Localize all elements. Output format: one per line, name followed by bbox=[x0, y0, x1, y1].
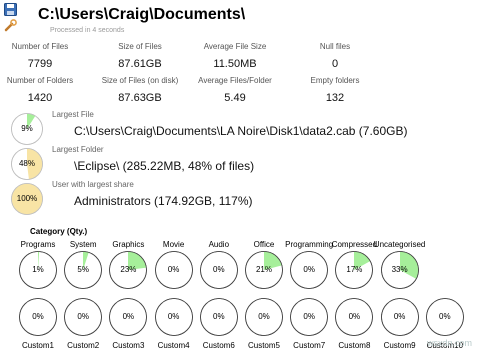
category-circle[interactable]: 21% bbox=[244, 250, 284, 290]
custom-category-circle[interactable]: 0% bbox=[199, 297, 239, 337]
category-percent: 0% bbox=[213, 265, 225, 274]
custom-category-percent: 0% bbox=[32, 312, 44, 321]
custom-category-percent: 0% bbox=[258, 312, 270, 321]
largest-label: Largest File bbox=[52, 110, 94, 119]
stat-label: Size of Files (on disk) bbox=[101, 76, 179, 85]
custom-category-circle[interactable]: 0% bbox=[380, 297, 420, 337]
category-percent: 33% bbox=[391, 265, 408, 274]
largest-pie-percent: 48% bbox=[18, 159, 35, 168]
stat-value: 7799 bbox=[27, 58, 53, 70]
custom-category-circle[interactable]: 0% bbox=[108, 297, 148, 337]
largest-label: Largest Folder bbox=[52, 145, 104, 154]
custom-category-percent: 0% bbox=[439, 312, 451, 321]
custom-category-circle[interactable]: 0% bbox=[425, 297, 465, 337]
custom-category-circle[interactable]: 0% bbox=[154, 297, 194, 337]
stat-value: 87.63GB bbox=[118, 92, 162, 104]
largest-value: Administrators (174.92GB, 117%) bbox=[74, 194, 253, 208]
custom-category-circle[interactable]: 0% bbox=[18, 297, 58, 337]
save-icon[interactable] bbox=[4, 3, 17, 16]
category-circle[interactable]: 23% bbox=[108, 250, 148, 290]
stat-label: Average File Size bbox=[203, 42, 267, 51]
stat-value: 1420 bbox=[27, 92, 53, 104]
largest-value: C:\Users\Craig\Documents\LA Noire\Disk1\… bbox=[74, 124, 408, 138]
category-circle[interactable]: 17% bbox=[334, 250, 374, 290]
category-header: Category (Qty.) bbox=[30, 227, 88, 236]
category-percent: 1% bbox=[32, 265, 44, 274]
custom-category-percent: 0% bbox=[77, 312, 89, 321]
processed-time: Processed in 4 seconds bbox=[50, 27, 125, 34]
category-circle[interactable]: 0% bbox=[289, 250, 329, 290]
custom-category-circle[interactable]: 0% bbox=[334, 297, 374, 337]
custom-category-circle[interactable]: 0% bbox=[63, 297, 103, 337]
stat-label: Number of Files bbox=[11, 42, 69, 51]
custom-category-percent: 0% bbox=[303, 312, 315, 321]
category-percent: 17% bbox=[346, 265, 363, 274]
custom-category-percent: 0% bbox=[213, 312, 225, 321]
stat-label: Size of Files bbox=[118, 42, 162, 51]
category-percent: 0% bbox=[303, 265, 315, 274]
custom-category-circle[interactable]: 0% bbox=[289, 297, 329, 337]
largest-pie-percent: 100% bbox=[16, 194, 38, 203]
stat-label: Number of Folders bbox=[6, 76, 74, 85]
stat-label: Null files bbox=[319, 42, 351, 51]
category-circle[interactable]: 0% bbox=[199, 250, 239, 290]
stat-value: 5.49 bbox=[224, 92, 246, 104]
category-percent: 21% bbox=[255, 265, 272, 274]
largest-pie: 100% bbox=[10, 182, 44, 216]
custom-category-percent: 0% bbox=[393, 312, 406, 321]
category-circle[interactable]: 0% bbox=[154, 250, 194, 290]
category-percent: 5% bbox=[77, 265, 89, 274]
stat-value: 0 bbox=[331, 58, 339, 70]
largest-pie: 48% bbox=[10, 147, 44, 181]
stat-label: Empty folders bbox=[310, 76, 360, 85]
custom-category-percent: 0% bbox=[167, 312, 180, 321]
stat-label: Average Files/Folder bbox=[198, 76, 272, 85]
category-percent: 0% bbox=[167, 265, 180, 274]
largest-pie-percent: 9% bbox=[21, 124, 33, 133]
category-circle[interactable]: 5% bbox=[63, 250, 103, 290]
stat-value: 132 bbox=[325, 92, 345, 104]
largest-value: \Eclipse\ (285.22MB, 48% of files) bbox=[74, 159, 255, 173]
stat-value: 87.61GB bbox=[118, 58, 162, 70]
category-name: Uncategorised bbox=[373, 240, 426, 249]
custom-category-percent: 0% bbox=[122, 312, 135, 321]
page-title: C:\Users\Craig\Documents\ bbox=[38, 6, 246, 23]
watermark: wsxdn.com bbox=[426, 338, 472, 348]
settings-wrench-icon[interactable] bbox=[4, 19, 17, 32]
stat-value: 11.50MB bbox=[213, 58, 257, 70]
category-circle[interactable]: 1% bbox=[18, 250, 58, 290]
largest-pie: 9% bbox=[10, 112, 44, 146]
custom-category-circle[interactable]: 0% bbox=[244, 297, 284, 337]
category-percent: 23% bbox=[120, 265, 137, 274]
category-circle[interactable]: 33% bbox=[380, 250, 420, 290]
largest-label: User with largest share bbox=[52, 180, 134, 189]
custom-category-percent: 0% bbox=[348, 312, 361, 321]
